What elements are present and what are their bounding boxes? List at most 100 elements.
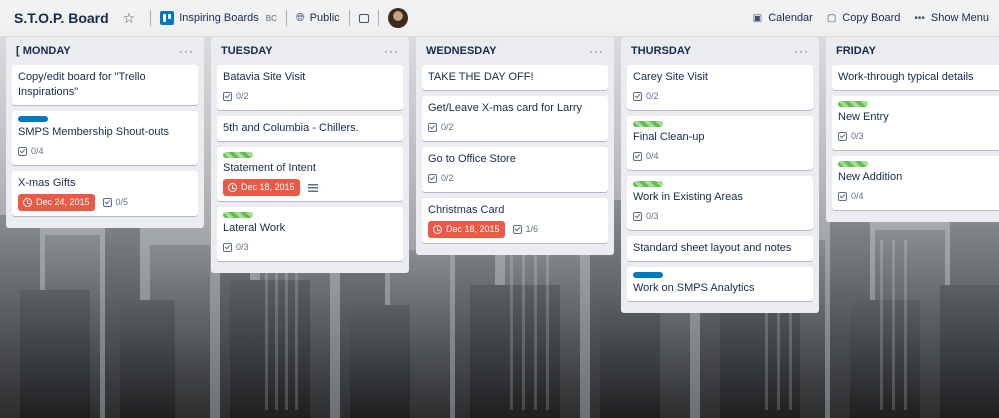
blue-label[interactable] [18,116,48,122]
green-label[interactable] [633,181,663,187]
green-label[interactable] [838,101,868,107]
checklist-badge: 0/4 [18,143,44,160]
card-title: TAKE THE DAY OFF! [428,71,534,83]
calendar-button[interactable]: ▣ Calendar [753,12,813,24]
checklist-count: 0/2 [646,91,659,101]
list-title[interactable]: FRIDAY [836,45,876,57]
private-toggle-button[interactable] [358,8,369,28]
lock-icon [358,13,369,23]
card[interactable]: Batavia Site Visit 0/2 [217,65,403,110]
checklist-icon [223,92,232,101]
member-avatar-button[interactable] [387,8,408,28]
card-labels [223,212,397,218]
card-title: X-mas Gifts [18,177,76,189]
card[interactable]: Work in Existing Areas 0/3 [627,176,813,230]
due-date-badge[interactable]: Dec 18, 2015 [223,179,300,196]
checklist-icon [633,152,642,161]
card-badges: 0/3 [223,239,397,256]
card[interactable]: New Addition 0/4 [832,156,999,210]
list-header: THURSDAY ··· [627,37,813,65]
card[interactable]: New Entry 0/3 [832,96,999,150]
due-date-text: Dec 24, 2015 [36,197,90,207]
checklist-badge: 0/5 [102,194,129,211]
list-monday: [ MONDAY ··· Copy/edit board for "Trello I… [6,37,204,228]
checklist-count: 0/5 [115,197,129,207]
checklist-badge: 0/3 [633,208,659,225]
checklist-icon [838,192,847,201]
divider [150,10,152,26]
divider [348,10,350,26]
show-menu-button[interactable]: ••• Show Menu [914,12,989,24]
board-header: S.T.O.P. Board ☆ Inspiring Boards BC 🌐︎ … [0,0,999,36]
card[interactable]: SMPS Membership Shout-outs 0/4 [12,111,198,165]
more-icon: ••• [914,12,925,24]
copy-board-label: Copy Board [842,12,901,24]
calendar-icon: ▣ [752,12,763,24]
copy-board-button[interactable]: ▢ Copy Board [827,12,901,24]
card[interactable]: Christmas Card Dec 18, 2015 1/6 [422,198,608,243]
show-menu-label: Show Menu [930,12,989,24]
card-badges: 0/4 [18,143,192,160]
clock-icon [23,198,32,207]
card-labels [633,181,807,187]
board-lists: [ MONDAY ··· Copy/edit board for "Trello I… [6,37,999,313]
card-title: Go to Office Store [428,153,516,165]
list-friday: FRIDAY··· Work-through typical details New… [826,37,999,222]
card-title: New Addition [838,171,903,183]
card[interactable]: Standard sheet layout and notes [627,236,813,261]
checklist-badge: 0/4 [838,188,864,205]
card[interactable]: 5th and Columbia - Chillers. [217,116,403,141]
card[interactable]: Statement of Intent Dec 18, 2015 [217,147,403,201]
card-badges: 0/4 [838,188,999,205]
list-title[interactable]: [ MONDAY [16,45,71,57]
checklist-icon [633,92,642,101]
card[interactable]: Get/Leave X-mas card for Larry 0/2 [422,96,608,141]
card[interactable]: Copy/edit board for "Trello Inspirations… [12,65,198,105]
list-menu-icon[interactable]: ··· [384,44,399,58]
card-title: Work-through typical details [838,71,974,83]
list-title[interactable]: TUESDAY [221,45,273,57]
avatar [387,8,408,28]
card-badges: 0/2 [633,88,807,105]
globe-icon: 🌐︎ [295,11,305,24]
list-menu-icon[interactable]: ··· [179,44,194,58]
checklist-badge: 0/2 [633,88,659,105]
list-menu-icon[interactable]: ··· [794,44,809,58]
green-label[interactable] [633,121,663,127]
checklist-count: 0/3 [236,242,249,252]
card-badges: Dec 18, 2015 [223,179,397,196]
visibility-button[interactable]: 🌐︎ Public [296,8,340,28]
card-title: Statement of Intent [223,162,316,174]
card[interactable]: Final Clean-up 0/4 [627,116,813,170]
green-label[interactable] [838,161,868,167]
card[interactable]: X-mas Gifts Dec 24, 2015 0/5 [12,171,198,216]
checklist-count: 0/2 [441,122,454,132]
green-label[interactable] [223,212,253,218]
checklist-icon [428,174,437,183]
green-label[interactable] [223,152,253,158]
card[interactable]: Lateral Work 0/3 [217,207,403,261]
card-title: Work in Existing Areas [633,191,743,203]
checklist-count: 0/2 [441,173,454,183]
board-title[interactable]: S.T.O.P. Board [14,10,109,26]
list-title[interactable]: WEDNESDAY [426,45,497,57]
due-date-badge[interactable]: Dec 24, 2015 [18,194,95,211]
list-menu-icon[interactable]: ··· [589,44,604,58]
due-date-badge[interactable]: Dec 18, 2015 [428,221,505,238]
card-badges: 0/2 [428,119,602,136]
card[interactable]: TAKE THE DAY OFF! [422,65,608,90]
star-board-button[interactable]: ☆ [123,8,142,28]
card[interactable]: Go to Office Store 0/2 [422,147,608,192]
card-badges: Dec 18, 2015 1/6 [428,221,602,238]
card-badges: 0/3 [633,208,807,225]
team-button[interactable]: Inspiring Boards BC [160,8,277,28]
team-badge: BC [265,13,277,23]
card[interactable]: Work on SMPS Analytics [627,267,813,301]
card[interactable]: Work-through typical details [832,65,999,90]
blue-label[interactable] [633,272,663,278]
card-title: Christmas Card [428,204,505,216]
card[interactable]: Carey Site Visit 0/2 [627,65,813,110]
list-header: WEDNESDAY ··· [422,37,608,65]
list-title[interactable]: THURSDAY [631,45,691,57]
card-labels [223,152,397,158]
